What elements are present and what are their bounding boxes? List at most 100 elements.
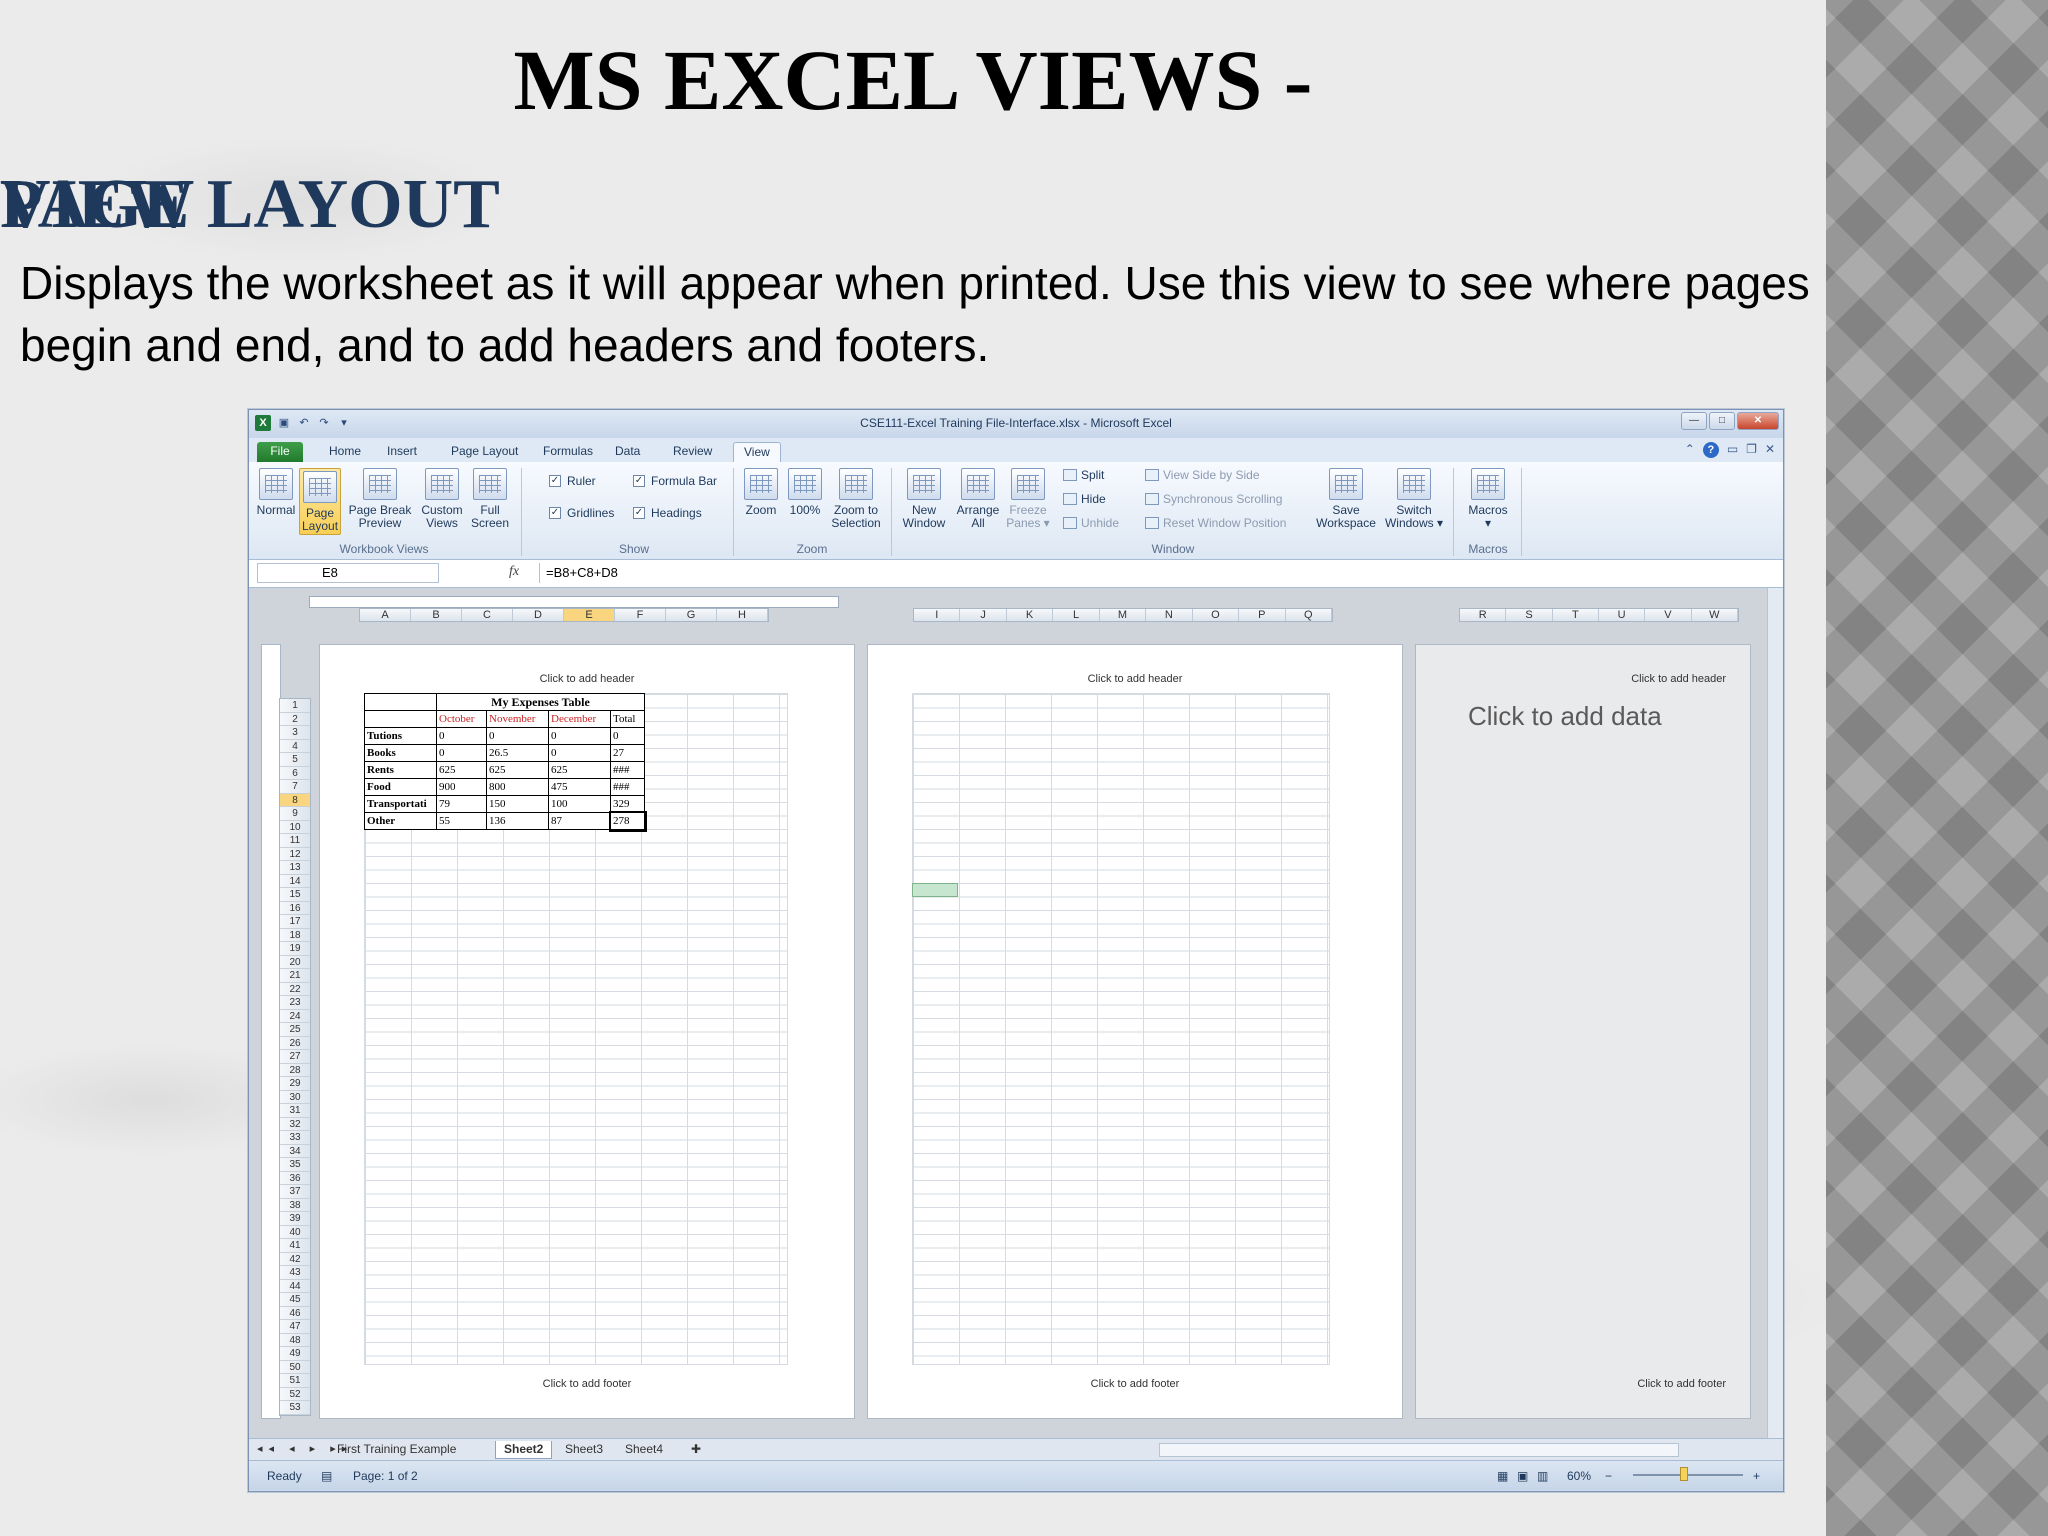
row-header[interactable]: 7	[280, 780, 310, 794]
row-header[interactable]: 1	[280, 699, 310, 713]
switch-windows-button[interactable]: Switch Windows ▾	[1381, 468, 1447, 530]
table-cell[interactable]: 0	[548, 744, 611, 762]
row-header[interactable]: 39	[280, 1212, 310, 1226]
table-cell[interactable]: 136	[486, 812, 549, 830]
row-header[interactable]: 13	[280, 861, 310, 875]
column-header[interactable]: U	[1599, 609, 1646, 621]
macros-button[interactable]: Macros ▾	[1461, 468, 1515, 530]
zoom-level[interactable]: 60%	[1567, 1469, 1591, 1483]
column-header[interactable]: E	[564, 609, 615, 621]
selected-cell-highlight[interactable]	[912, 883, 958, 897]
column-header[interactable]: O	[1193, 609, 1240, 621]
column-header[interactable]: V	[1645, 609, 1692, 621]
reset-window-position-button[interactable]: Reset Window Position	[1145, 516, 1286, 530]
table-cell[interactable]: 0	[610, 727, 645, 745]
zoom-in-button[interactable]: +	[1753, 1469, 1760, 1483]
table-cell[interactable]: 625	[548, 761, 611, 779]
insert-function-icon[interactable]: fx	[509, 564, 519, 580]
ruler-checkbox[interactable]: ✓ Ruler	[549, 474, 596, 488]
custom-views-button[interactable]: Custom Views	[419, 468, 465, 530]
tab-home[interactable]: Home	[319, 442, 371, 462]
row-header[interactable]: 5	[280, 753, 310, 767]
table-cell[interactable]: 625	[436, 761, 487, 779]
hide-button[interactable]: Hide	[1063, 492, 1106, 506]
row-header[interactable]: 21	[280, 969, 310, 983]
zoom-slider-handle[interactable]	[1680, 1467, 1688, 1481]
save-workspace-button[interactable]: Save Workspace	[1315, 468, 1377, 530]
row-header[interactable]: 4	[280, 740, 310, 753]
row-header[interactable]: 31	[280, 1104, 310, 1118]
view-side-by-side-button[interactable]: View Side by Side	[1145, 468, 1260, 482]
table-header-cell[interactable]: November	[486, 710, 549, 728]
sheet-tab[interactable]: Sheet3	[557, 1441, 611, 1459]
tab-insert[interactable]: Insert	[377, 442, 427, 462]
row-header[interactable]: 29	[280, 1077, 310, 1091]
full-screen-button[interactable]: Full Screen	[467, 468, 513, 530]
column-header[interactable]: S	[1506, 609, 1553, 621]
row-header[interactable]: 45	[280, 1293, 310, 1307]
table-cell[interactable]: 55	[436, 812, 487, 830]
active-cell[interactable]: 278	[608, 810, 647, 832]
row-header[interactable]: 3	[280, 726, 310, 740]
zoom-button[interactable]: Zoom	[741, 468, 781, 517]
column-header[interactable]: D	[513, 609, 564, 621]
row-header[interactable]: 11	[280, 834, 310, 848]
table-cell[interactable]: 100	[548, 795, 611, 813]
cell-grid[interactable]	[912, 693, 1330, 1365]
horizontal-scrollbar[interactable]	[1159, 1443, 1679, 1457]
row-header[interactable]: 52	[280, 1388, 310, 1401]
column-header[interactable]: P	[1239, 609, 1286, 621]
column-header[interactable]: R	[1460, 609, 1507, 621]
row-header[interactable]: 6	[280, 767, 310, 780]
row-header[interactable]: 38	[280, 1199, 310, 1212]
column-header[interactable]: J	[960, 609, 1007, 621]
column-header[interactable]: C	[462, 609, 513, 621]
column-header[interactable]: G	[666, 609, 717, 621]
row-header[interactable]: 2	[280, 713, 310, 726]
tab-data[interactable]: Data	[605, 442, 650, 462]
column-header[interactable]: N	[1146, 609, 1193, 621]
column-header[interactable]: M	[1100, 609, 1147, 621]
normal-view-status-icon[interactable]: ▦	[1497, 1469, 1508, 1483]
arrange-all-button[interactable]: Arrange All	[953, 468, 1003, 530]
table-cell[interactable]: 87	[548, 812, 611, 830]
page-header-placeholder[interactable]: Click to add header	[1416, 673, 1750, 685]
add-data-placeholder[interactable]: Click to add data	[1468, 701, 1662, 732]
tab-formulas[interactable]: Formulas	[533, 442, 603, 462]
row-header[interactable]: 47	[280, 1320, 310, 1334]
row-header[interactable]: 35	[280, 1158, 310, 1172]
table-header-cell[interactable]: October	[436, 710, 487, 728]
row-header[interactable]: 44	[280, 1280, 310, 1293]
table-cell[interactable]: 79	[436, 795, 487, 813]
row-header[interactable]: 8	[280, 793, 310, 807]
row-header[interactable]: 30	[280, 1091, 310, 1104]
row-header[interactable]: 40	[280, 1226, 310, 1239]
row-header[interactable]: 32	[280, 1118, 310, 1131]
table-row-label[interactable]: Transportati	[364, 795, 437, 813]
tab-view[interactable]: View	[733, 442, 781, 462]
row-header[interactable]: 10	[280, 821, 310, 834]
table-cell[interactable]: ###	[610, 761, 645, 779]
table-header-cell[interactable]: December	[548, 710, 611, 728]
table-row-label[interactable]: Books	[364, 744, 437, 762]
column-header[interactable]: F	[615, 609, 666, 621]
page-footer-placeholder[interactable]: Click to add footer	[1416, 1378, 1750, 1390]
row-header[interactable]: 46	[280, 1307, 310, 1320]
table-title[interactable]: My Expenses Table	[436, 693, 645, 711]
unhide-button[interactable]: Unhide	[1063, 516, 1119, 530]
row-header[interactable]: 27	[280, 1050, 310, 1064]
normal-view-button[interactable]: Normal	[255, 468, 297, 517]
table-cell[interactable]: 27	[610, 744, 645, 762]
column-header[interactable]: K	[1007, 609, 1054, 621]
row-header[interactable]: 41	[280, 1239, 310, 1253]
row-header[interactable]: 37	[280, 1185, 310, 1199]
freeze-panes-button[interactable]: Freeze Panes ▾	[1005, 468, 1051, 530]
page-break-status-icon[interactable]: ▥	[1537, 1469, 1548, 1483]
row-header[interactable]: 20	[280, 956, 310, 969]
row-header[interactable]: 17	[280, 915, 310, 929]
row-header[interactable]: 34	[280, 1145, 310, 1158]
table-cell[interactable]: 900	[436, 778, 487, 796]
row-header[interactable]: 22	[280, 983, 310, 996]
minimize-ribbon-icon[interactable]: ⌃	[1685, 442, 1695, 458]
row-header[interactable]: 50	[280, 1361, 310, 1374]
